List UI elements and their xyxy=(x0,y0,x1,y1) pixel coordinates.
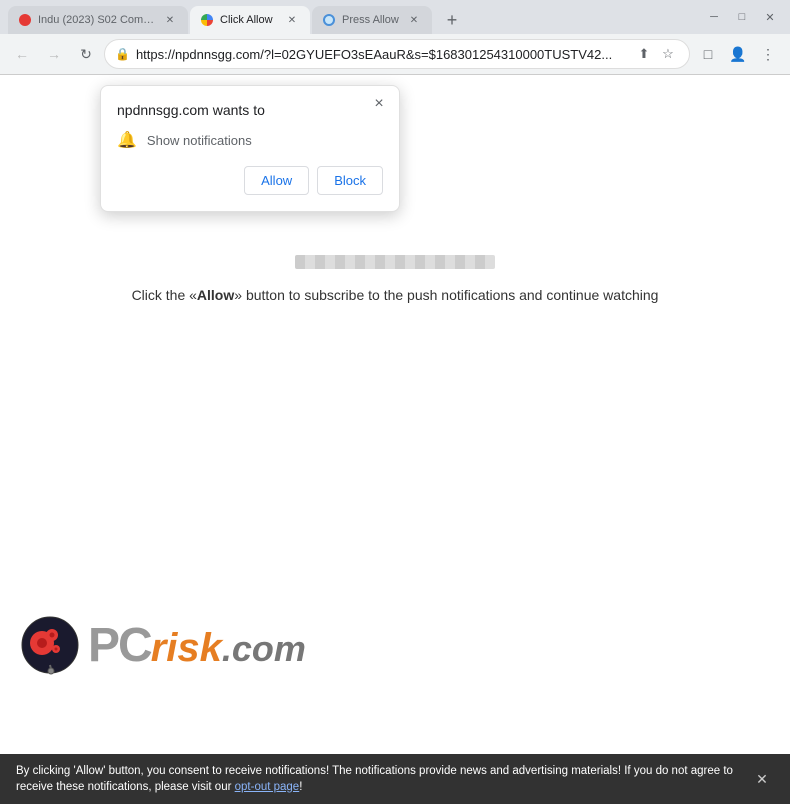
tab2-favicon xyxy=(200,13,214,27)
pcrisk-logo: PC risk .com xyxy=(20,615,306,675)
close-window-button[interactable]: ✕ xyxy=(758,5,782,29)
dotcom-text: .com xyxy=(222,628,306,670)
popup-title: npdnnsgg.com wants to xyxy=(117,102,383,118)
address-text: https://npdnnsgg.com/?l=02GYUEFO3sEAauR&… xyxy=(136,47,627,62)
bell-icon: 🔔 xyxy=(117,130,137,150)
tab-3[interactable]: Press Allow ✕ xyxy=(312,6,432,34)
tab2-title: Click Allow xyxy=(220,14,278,26)
tab3-title: Press Allow xyxy=(342,14,400,26)
tabs-area: Indu (2023) S02 Comp... ✕ Click Allow ✕ … xyxy=(8,0,694,34)
pcrisk-logo-icon xyxy=(20,615,80,675)
maximize-button[interactable]: □ xyxy=(730,5,754,29)
tab1-title: Indu (2023) S02 Comp... xyxy=(38,14,156,26)
tab1-close[interactable]: ✕ xyxy=(162,12,178,28)
block-button[interactable]: Block xyxy=(317,166,383,195)
reload-button[interactable]: ↻ xyxy=(72,40,100,68)
opt-out-link[interactable]: opt-out page xyxy=(235,781,300,793)
bottom-bar-text: By clicking 'Allow' button, you consent … xyxy=(16,763,742,795)
bottom-bar-close-button[interactable]: ✕ xyxy=(750,767,774,791)
pc-text: PC xyxy=(88,618,151,673)
popup-buttons: Allow Block xyxy=(117,166,383,195)
new-tab-button[interactable]: + xyxy=(438,6,466,34)
menu-button[interactable]: ⋮ xyxy=(754,40,782,68)
risk-text: risk xyxy=(151,626,222,671)
progress-bar xyxy=(295,255,495,269)
notification-popup: × npdnnsgg.com wants to 🔔 Show notificat… xyxy=(100,85,400,212)
extensions-button[interactable]: □ xyxy=(694,40,722,68)
bottom-bar: By clicking 'Allow' button, you consent … xyxy=(0,754,790,804)
back-button[interactable]: ← xyxy=(8,40,36,68)
allow-button[interactable]: Allow xyxy=(244,166,309,195)
popup-permission-row: 🔔 Show notifications xyxy=(117,130,383,150)
bottom-bar-message-end: ! xyxy=(299,781,302,793)
allow-emphasis: Allow xyxy=(197,287,234,303)
popup-close-button[interactable]: × xyxy=(369,94,389,114)
tab3-close[interactable]: ✕ xyxy=(406,12,422,28)
bookmark-icon[interactable]: ☆ xyxy=(657,43,679,65)
browser-chrome: Indu (2023) S02 Comp... ✕ Click Allow ✕ … xyxy=(0,0,790,75)
window-controls: ─ □ ✕ xyxy=(702,5,782,29)
forward-button[interactable]: → xyxy=(40,40,68,68)
share-icon[interactable]: ⬆ xyxy=(633,43,655,65)
lock-icon: 🔒 xyxy=(115,47,130,61)
address-bar[interactable]: 🔒 https://npdnnsgg.com/?l=02GYUEFO3sEAau… xyxy=(104,39,690,69)
tab3-favicon xyxy=(322,13,336,27)
pcrisk-text-area: PC risk .com xyxy=(88,618,306,673)
nav-bar: ← → ↻ 🔒 https://npdnnsgg.com/?l=02GYUEFO… xyxy=(0,34,790,74)
tab2-close[interactable]: ✕ xyxy=(284,12,300,28)
minimize-button[interactable]: ─ xyxy=(702,5,726,29)
browser-actions: □ 👤 ⋮ xyxy=(694,40,782,68)
popup-permission-label: Show notifications xyxy=(147,133,252,148)
title-bar: Indu (2023) S02 Comp... ✕ Click Allow ✕ … xyxy=(0,0,790,34)
address-actions: ⬆ ☆ xyxy=(633,43,679,65)
tab1-favicon xyxy=(18,13,32,27)
tab-1[interactable]: Indu (2023) S02 Comp... ✕ xyxy=(8,6,188,34)
page-content: × npdnnsgg.com wants to 🔔 Show notificat… xyxy=(0,75,790,755)
bottom-bar-message: By clicking 'Allow' button, you consent … xyxy=(16,765,733,793)
tab-2[interactable]: Click Allow ✕ xyxy=(190,6,310,34)
page-instruction: Click the «Allow» button to subscribe to… xyxy=(132,285,659,306)
profile-button[interactable]: 👤 xyxy=(724,40,752,68)
